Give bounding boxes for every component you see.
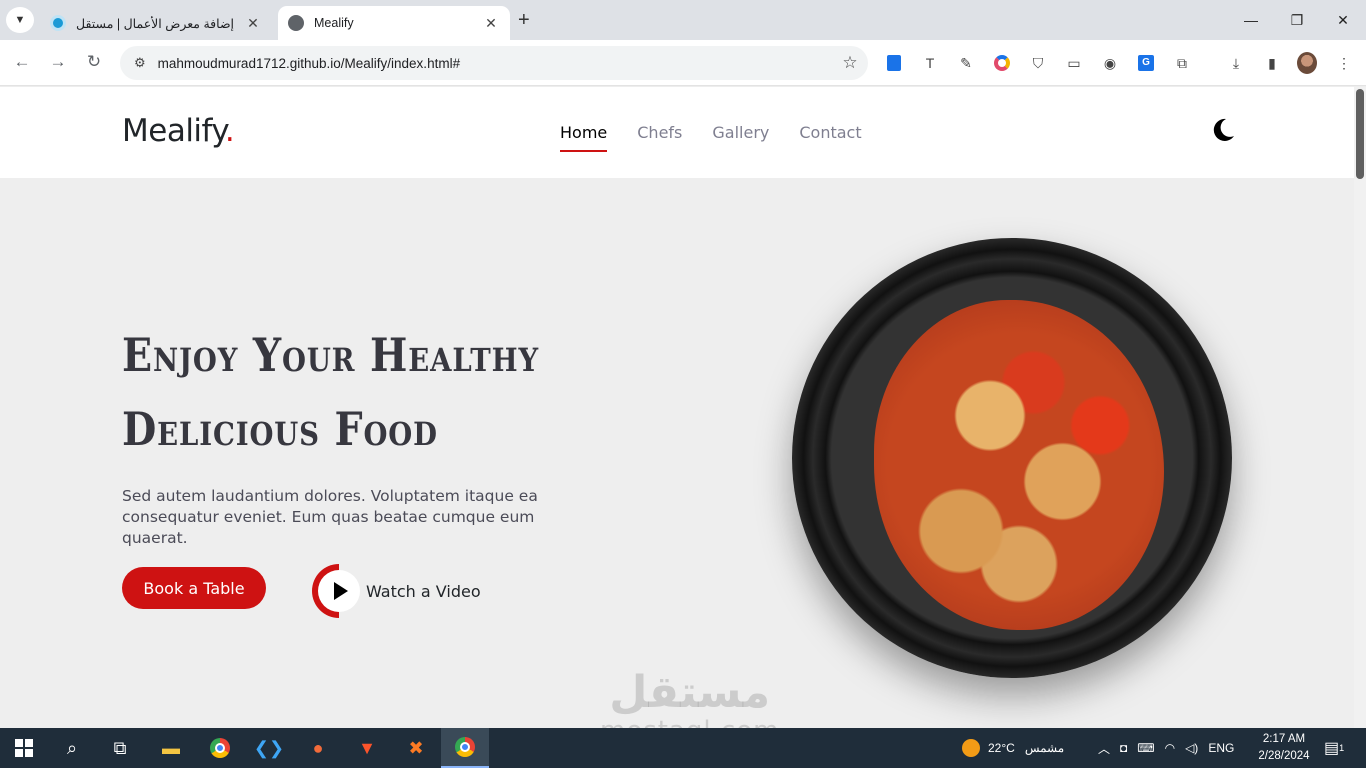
weather-text: مشمس — [1024, 741, 1065, 755]
tab-title: Mealify — [314, 16, 354, 30]
logo-dot: . — [224, 113, 235, 149]
task-view-icon[interactable]: ⧉ — [106, 734, 134, 762]
reload-icon[interactable]: ↻ — [82, 52, 106, 72]
nav-gallery[interactable]: Gallery — [712, 123, 769, 152]
nav-home[interactable]: Home — [560, 123, 608, 152]
shield-extension-icon[interactable]: ⛉ — [1028, 53, 1048, 73]
weather-widget[interactable]: 22°C مشمس — [962, 728, 1064, 768]
windows-taskbar: ⌕ ⧉ ▬ ❮❯ ● ▼ ✖ 22°C مشمس ︿ ◘ ⌨ ◠ ◁) ENG … — [0, 728, 1366, 768]
mostaql-favicon-icon — [50, 15, 66, 31]
hero-title-line1: Enjoy Your Healthy — [122, 328, 539, 382]
chrome-app-icon[interactable] — [206, 734, 234, 762]
windows-start-icon[interactable] — [10, 734, 38, 762]
notification-center-icon[interactable]: ▤ 1 — [1324, 728, 1344, 768]
play-icon[interactable] — [312, 564, 366, 618]
system-tray-icons: ︿ ◘ ⌨ ◠ ◁) ENG — [1098, 728, 1234, 768]
main-nav: Home Chefs Gallery Contact — [560, 123, 862, 152]
sun-icon — [962, 739, 980, 757]
hero-title: Enjoy Your Healthy Delicious Food — [122, 318, 569, 466]
brave-icon[interactable]: ▼ — [353, 734, 381, 762]
eyedropper-extension-icon[interactable]: ✎ — [956, 53, 976, 73]
menu-kebab-icon[interactable]: ⋮ — [1334, 53, 1354, 73]
tab-search-button[interactable]: ▼ — [6, 7, 34, 33]
tab-mostaql[interactable]: إضافة معرض الأعمال | مستقل ✕ — [40, 6, 272, 40]
taskbar-clock[interactable]: 2:17 AM 2/28/2024 — [1248, 731, 1320, 765]
translate-extension-icon[interactable]: G — [1136, 53, 1156, 73]
search-icon[interactable]: ⌕ — [58, 734, 86, 762]
site-settings-icon[interactable]: ⚙ — [134, 55, 146, 71]
hero-description: Sed autem laudantium dolores. Voluptatem… — [122, 487, 538, 547]
bookmark-star-icon[interactable]: ☆ — [832, 53, 868, 73]
tab-title: إضافة معرض الأعمال | مستقل — [76, 16, 235, 31]
nav-contact[interactable]: Contact — [799, 123, 861, 152]
input-method-icon[interactable]: ⌨ — [1137, 741, 1154, 755]
watermark-arabic: مستقل — [609, 667, 771, 718]
restore-icon[interactable]: ❐ — [1274, 0, 1320, 40]
side-panel-icon[interactable]: ▮ — [1262, 53, 1282, 73]
scrollbar-thumb[interactable] — [1356, 89, 1364, 179]
profile-avatar-icon[interactable] — [1297, 52, 1317, 74]
browser-tab-bar: ▼ إضافة معرض الأعمال | مستقل ✕ Mealify ✕… — [0, 0, 1366, 40]
book-table-button[interactable]: Book a Table — [122, 567, 266, 609]
show-hidden-icons-icon[interactable]: ︿ — [1098, 740, 1110, 757]
hero-section: Enjoy Your Healthy Delicious Food Sed au… — [0, 178, 1354, 728]
close-tab-icon[interactable]: ✕ — [482, 15, 500, 32]
watch-video-link[interactable]: Watch a Video — [312, 564, 481, 618]
dark-mode-moon-icon[interactable] — [1210, 117, 1236, 143]
hero-title-line2: Delicious Food — [122, 402, 438, 456]
color-extension-icon[interactable] — [992, 53, 1012, 73]
tab-mealify[interactable]: Mealify ✕ — [278, 6, 510, 40]
file-explorer-icon[interactable]: ▬ — [157, 734, 185, 762]
code-extension-icon[interactable]: ◉ — [1100, 53, 1120, 73]
close-window-icon[interactable]: ✕ — [1320, 0, 1366, 40]
back-arrow-icon[interactable]: ← — [10, 52, 34, 72]
weather-temp: 22°C — [988, 741, 1015, 755]
volume-icon[interactable]: ◁) — [1185, 741, 1198, 755]
close-tab-icon[interactable]: ✕ — [244, 15, 262, 32]
site-logo[interactable]: Mealify. — [122, 113, 235, 149]
minimize-icon[interactable]: — — [1228, 0, 1274, 40]
logo-text: Mealify — [122, 113, 225, 149]
downloads-icon[interactable]: ⤓ — [1226, 53, 1246, 73]
url-text[interactable]: mahmoudmurad1712.github.io/Mealify/index… — [158, 56, 832, 71]
download-extension-icon[interactable] — [884, 53, 904, 73]
wifi-icon[interactable]: ◠ — [1165, 741, 1175, 755]
watch-video-label[interactable]: Watch a Video — [366, 582, 481, 601]
food-dish-image — [874, 300, 1164, 630]
forward-arrow-icon[interactable]: → — [46, 52, 70, 72]
nav-chefs[interactable]: Chefs — [637, 123, 682, 152]
puzzle-extensions-icon[interactable]: ⧉ — [1172, 53, 1192, 73]
new-tab-button[interactable]: + — [518, 9, 530, 32]
camera-icon[interactable]: ◘ — [1120, 741, 1127, 755]
vscode-icon[interactable]: ❮❯ — [254, 734, 284, 762]
chrome-active-app-icon[interactable] — [441, 728, 489, 768]
xampp-icon[interactable]: ✖ — [402, 734, 430, 762]
hero-food-plate-image — [792, 238, 1232, 678]
globe-favicon-icon — [288, 15, 304, 31]
page-scrollbar[interactable] — [1354, 87, 1366, 728]
postman-icon[interactable]: ● — [304, 734, 332, 762]
car-extension-icon[interactable]: ▭ — [1064, 53, 1084, 73]
site-header: Mealify. Home Chefs Gallery Contact — [0, 87, 1354, 178]
clock-time: 2:17 AM — [1262, 733, 1306, 745]
notification-count: 1 — [1339, 743, 1345, 753]
browser-toolbar: ← → ↻ ⚙ mahmoudmurad1712.github.io/Meali… — [0, 40, 1366, 86]
address-bar[interactable]: ⚙ mahmoudmurad1712.github.io/Mealify/ind… — [120, 46, 868, 80]
text-extension-icon[interactable]: T — [920, 53, 940, 73]
clock-date: 2/28/2024 — [1258, 750, 1310, 762]
language-indicator[interactable]: ENG — [1208, 741, 1234, 755]
